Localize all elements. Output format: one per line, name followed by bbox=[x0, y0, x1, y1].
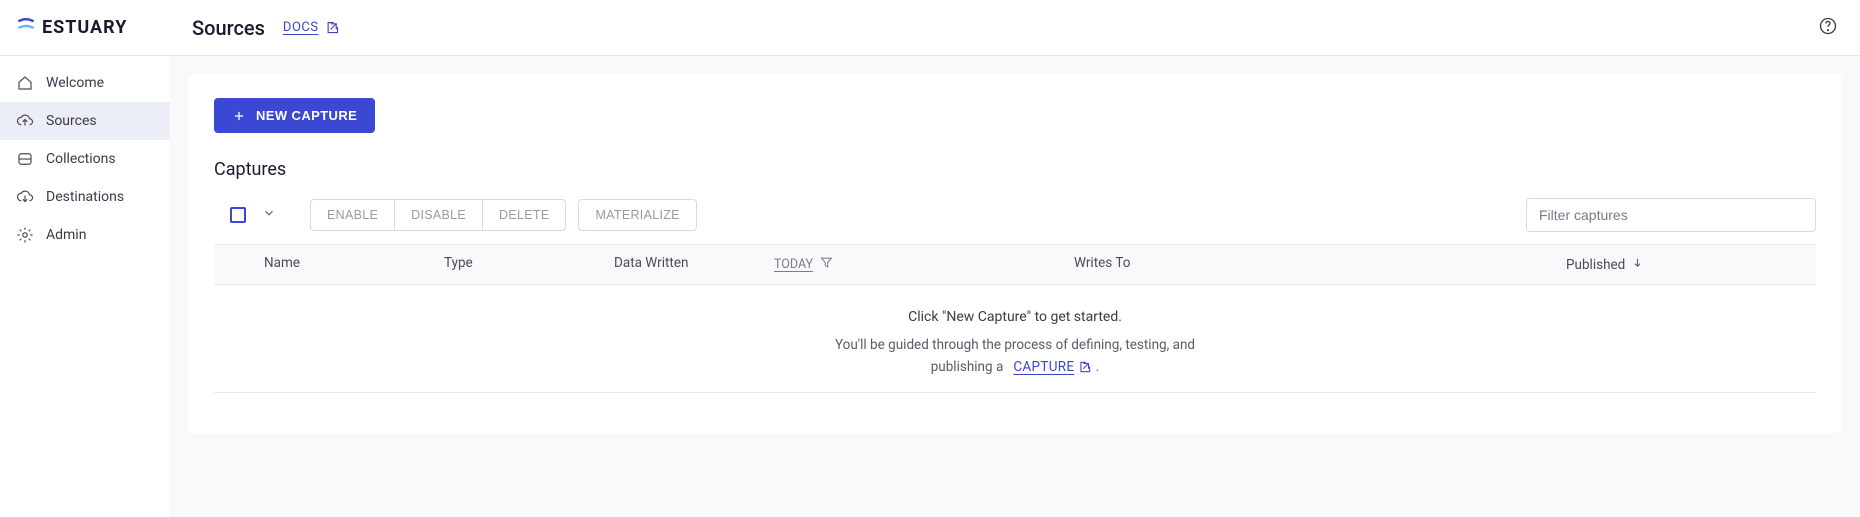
brand-logo[interactable]: ESTUARY bbox=[16, 15, 127, 40]
docs-link-label: DOCS bbox=[283, 20, 319, 35]
docs-link[interactable]: DOCS bbox=[283, 20, 340, 35]
column-writes-to[interactable]: Writes To bbox=[1074, 255, 1566, 274]
sidebar-item-admin[interactable]: Admin bbox=[0, 216, 170, 254]
section-title: Captures bbox=[214, 159, 1816, 180]
sidebar-item-collections[interactable]: Collections bbox=[0, 140, 170, 178]
sidebar-item-destinations[interactable]: Destinations bbox=[0, 178, 170, 216]
plus-icon bbox=[232, 109, 246, 123]
home-icon bbox=[16, 74, 34, 92]
filter-captures-input[interactable] bbox=[1526, 198, 1816, 232]
sidebar-item-label: Sources bbox=[46, 113, 97, 129]
help-button[interactable] bbox=[1818, 16, 1838, 40]
new-capture-button[interactable]: NEW CAPTURE bbox=[214, 98, 375, 133]
sidebar-item-label: Destinations bbox=[46, 189, 124, 205]
table-header: Name Type Data Written TODAY Writes To P… bbox=[214, 244, 1816, 285]
collections-icon bbox=[16, 150, 34, 168]
column-type[interactable]: Type bbox=[444, 255, 614, 274]
delete-button[interactable]: DELETE bbox=[482, 199, 566, 231]
empty-lead: Click "New Capture" to get started. bbox=[214, 309, 1816, 325]
logo-area: ESTUARY bbox=[0, 0, 170, 56]
column-data-written[interactable]: Data Written bbox=[614, 255, 774, 274]
materialize-button[interactable]: MATERIALIZE bbox=[578, 199, 696, 231]
captures-card: NEW CAPTURE Captures ENABLE DISABLE DELE… bbox=[188, 74, 1842, 433]
external-link-icon bbox=[1078, 360, 1092, 374]
empty-sub-prefix: publishing a bbox=[931, 359, 1004, 375]
sidebar-item-welcome[interactable]: Welcome bbox=[0, 64, 170, 102]
estuary-logo-icon bbox=[16, 15, 36, 40]
external-link-icon bbox=[325, 20, 340, 35]
capture-link-label: CAPTURE bbox=[1013, 357, 1074, 379]
sidebar-item-label: Collections bbox=[46, 151, 116, 167]
select-all-checkbox[interactable] bbox=[230, 207, 246, 223]
sidebar-item-sources[interactable]: Sources bbox=[0, 102, 170, 140]
sidebar-item-label: Welcome bbox=[46, 75, 104, 91]
toolbar: ENABLE DISABLE DELETE MATERIALIZE bbox=[214, 198, 1816, 232]
empty-state: Click "New Capture" to get started. You'… bbox=[214, 285, 1816, 393]
sidebar: ESTUARY Welcome Sources Collections Dest… bbox=[0, 0, 170, 517]
sort-descending-icon bbox=[1631, 256, 1644, 273]
page-title: Sources bbox=[192, 16, 265, 40]
empty-sub-suffix: . bbox=[1096, 359, 1100, 375]
gear-icon bbox=[16, 226, 34, 244]
filter-icon[interactable] bbox=[819, 255, 834, 274]
disable-button[interactable]: DISABLE bbox=[394, 199, 482, 231]
cloud-upload-icon bbox=[16, 112, 34, 130]
enable-button[interactable]: ENABLE bbox=[310, 199, 394, 231]
chevron-down-icon bbox=[262, 206, 276, 220]
capture-docs-link[interactable]: CAPTURE bbox=[1013, 357, 1092, 379]
column-published[interactable]: Published bbox=[1566, 255, 1816, 274]
sidebar-item-label: Admin bbox=[46, 227, 86, 243]
today-filter[interactable]: TODAY bbox=[774, 257, 813, 272]
select-menu-toggle[interactable] bbox=[256, 202, 282, 228]
help-circle-icon bbox=[1818, 16, 1838, 36]
cloud-download-icon bbox=[16, 188, 34, 206]
nav-list: Welcome Sources Collections Destinations… bbox=[0, 56, 170, 254]
topbar: Sources DOCS bbox=[170, 0, 1860, 56]
brand-name: ESTUARY bbox=[42, 17, 127, 38]
column-published-label: Published bbox=[1566, 257, 1625, 273]
new-capture-label: NEW CAPTURE bbox=[256, 108, 357, 123]
column-name[interactable]: Name bbox=[264, 255, 444, 274]
empty-sub-line1: You'll be guided through the process of … bbox=[835, 337, 1195, 353]
